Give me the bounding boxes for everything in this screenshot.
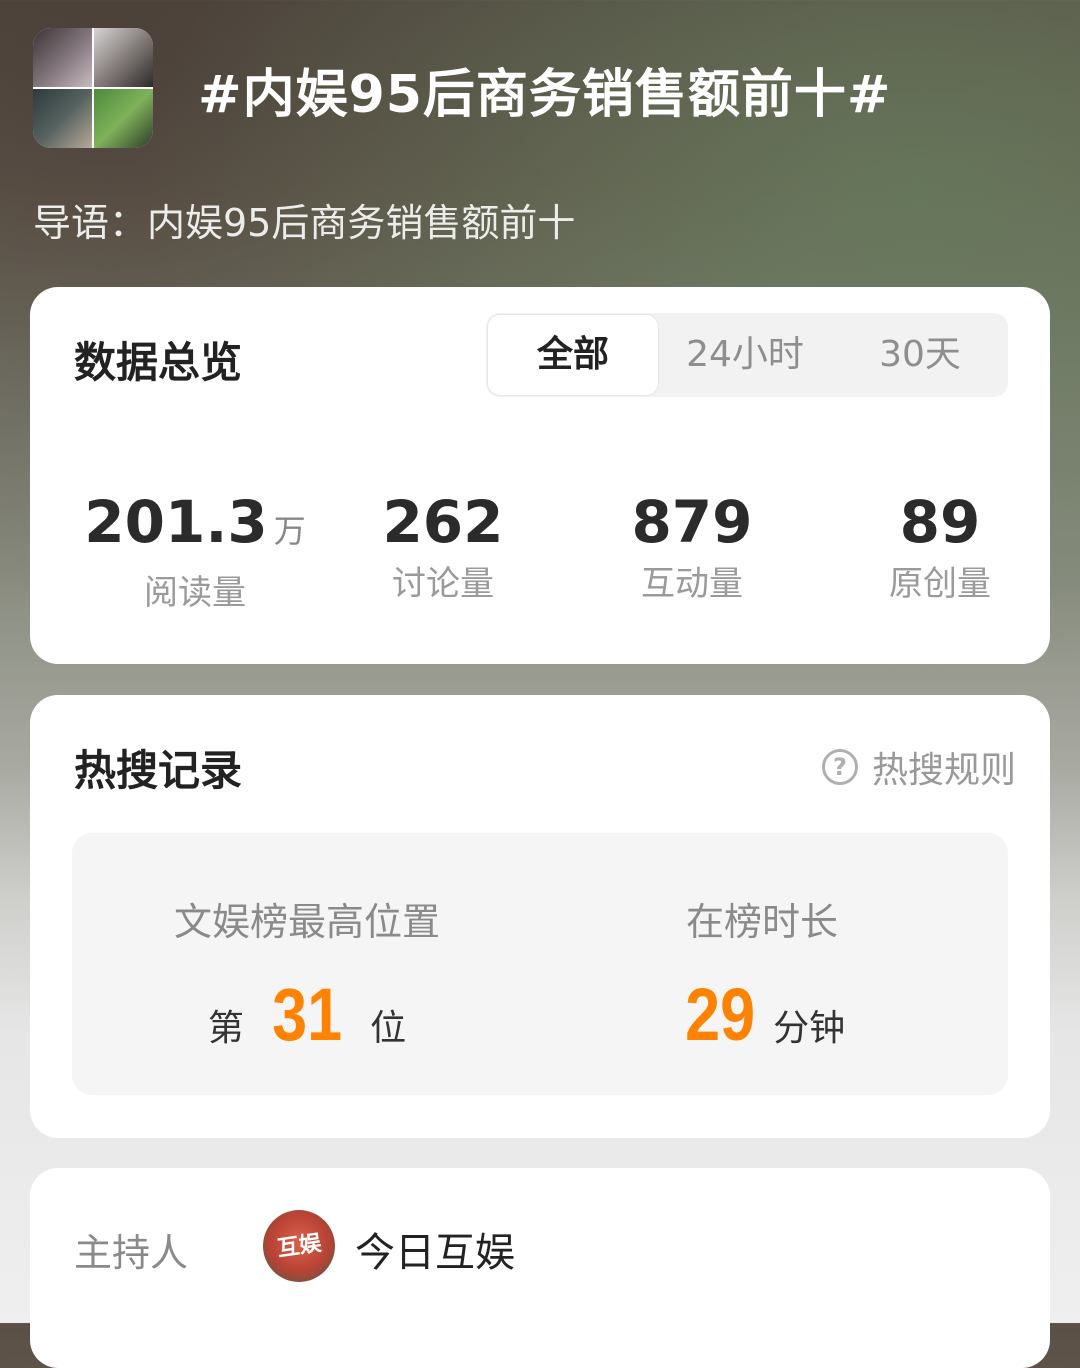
rank-suffix: 位 <box>370 1008 407 1049</box>
stat-discussions-label: 讨论量 <box>392 564 494 604</box>
duration-value: 29 <box>685 973 755 1056</box>
question-circle-icon: ? <box>821 749 858 785</box>
tab-30-days[interactable]: 30天 <box>832 313 1008 397</box>
stat-reads-unit: 万 <box>273 512 306 550</box>
topic-cover-image <box>33 28 153 148</box>
stat-reads: 201.3 万 阅读量 <box>70 487 320 618</box>
highest-rank-value-row: 第 31 位 <box>162 972 452 1057</box>
stat-interactions-label: 互动量 <box>641 564 743 604</box>
hot-search-stats-box: 文娱榜最高位置 第 31 位 在榜时长 29 分钟 <box>72 833 1008 1095</box>
stat-discussions-value: 262 <box>382 488 504 556</box>
host-label: 主持人 <box>74 1231 189 1275</box>
time-on-list: 在榜时长 29 分钟 <box>672 891 852 1057</box>
highest-rank-label: 文娱榜最高位置 <box>173 900 440 944</box>
host-logo-mark: 互娱 <box>275 1231 323 1262</box>
time-on-list-value-row: 29 分钟 <box>672 972 852 1057</box>
stat-originals: 89 原创量 <box>815 487 1065 609</box>
stat-interactions: 879 互动量 <box>567 487 817 609</box>
stat-reads-value: 201.3 <box>84 488 268 556</box>
duration-unit: 分钟 <box>773 1008 846 1049</box>
stat-interactions-value: 879 <box>631 488 753 556</box>
stat-originals-label: 原创量 <box>889 564 991 604</box>
host-name[interactable]: 今日互娱 <box>355 1220 515 1278</box>
host-card: 主持人 互娱 今日互娱 <box>30 1168 1050 1368</box>
tab-all[interactable]: 全部 <box>488 315 658 395</box>
highest-rank: 文娱榜最高位置 第 31 位 <box>162 891 452 1057</box>
hot-search-heading: 热搜记录 <box>74 746 243 795</box>
cover-photo-4 <box>94 89 153 148</box>
stat-reads-value-row: 201.3 万 <box>70 487 320 566</box>
stat-discussions: 262 讨论量 <box>318 487 568 609</box>
cover-photo-2 <box>94 28 153 87</box>
data-overview-card: 数据总览 全部 24小时 30天 201.3 万 阅读量 262 讨论量 879 … <box>30 287 1050 664</box>
tab-24-hours[interactable]: 24小时 <box>658 313 832 397</box>
rank-prefix: 第 <box>207 1008 244 1049</box>
cover-photo-1 <box>33 28 92 87</box>
hot-search-card: 热搜记录 ? 热搜规则 文娱榜最高位置 第 31 位 在榜时长 29 分钟 <box>30 695 1050 1138</box>
topic-intro: 导语：内娱95后商务销售额前十 <box>33 201 576 245</box>
host-avatar[interactable]: 互娱 <box>263 1210 335 1282</box>
topic-title: #内娱95后商务销售额前十# <box>198 65 892 125</box>
rank-value: 31 <box>272 973 342 1056</box>
data-overview-heading: 数据总览 <box>74 338 243 387</box>
time-range-tabs: 全部 24小时 30天 <box>486 313 1008 397</box>
hot-search-rules-link[interactable]: ? 热搜规则 <box>821 741 1016 793</box>
stat-reads-label: 阅读量 <box>144 573 246 613</box>
hot-search-rules-label: 热搜规则 <box>871 750 1016 791</box>
time-on-list-label: 在榜时长 <box>685 900 838 944</box>
stat-originals-value: 89 <box>899 488 981 556</box>
cover-photo-3 <box>33 89 92 148</box>
